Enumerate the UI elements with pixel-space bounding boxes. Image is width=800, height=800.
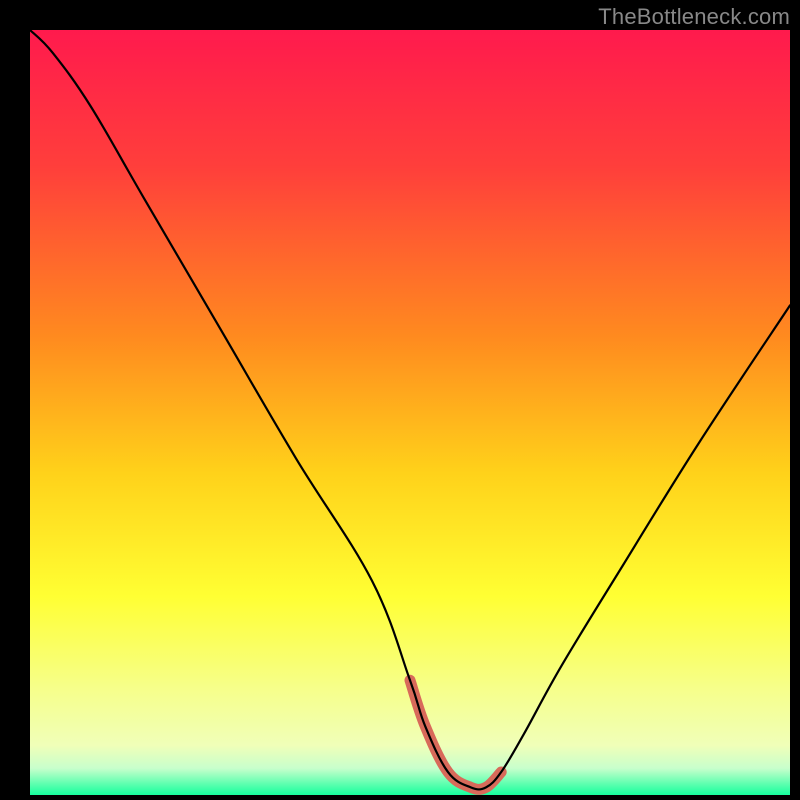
bottleneck-chart	[0, 0, 800, 800]
chart-container: TheBottleneck.com	[0, 0, 800, 800]
